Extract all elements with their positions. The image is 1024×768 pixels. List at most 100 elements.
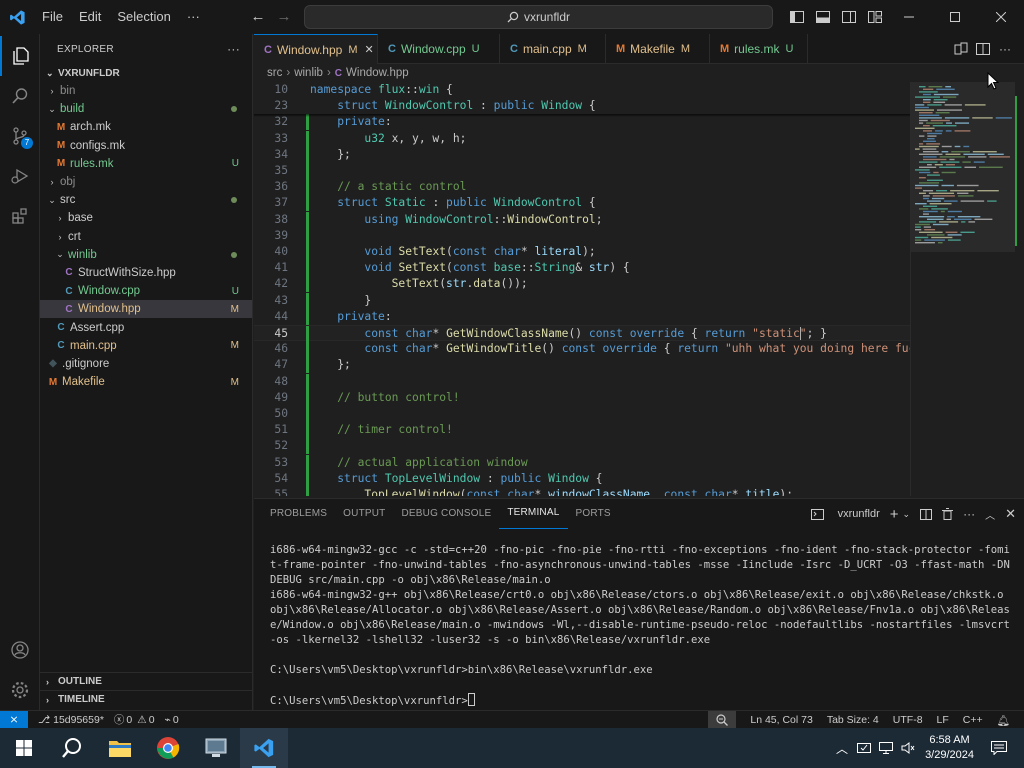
encoding[interactable]: UTF-8 — [893, 714, 923, 726]
code-line[interactable]: 50 — [254, 406, 910, 422]
toggle-primary-sidebar-icon[interactable] — [784, 11, 810, 23]
code-line[interactable]: 33 u32 x, y, w, h; — [254, 130, 910, 147]
code-line[interactable]: 44 private: — [254, 308, 910, 325]
file-item[interactable]: C Window.hpp M — [40, 300, 252, 319]
workspace-root[interactable]: ⌄ VXRUNFLDR — [40, 64, 252, 82]
code-line[interactable]: 55 TopLevelWindow(const char* windowClas… — [254, 487, 910, 496]
end-of-line[interactable]: LF — [937, 714, 949, 726]
file-item[interactable]: M Makefile M — [40, 373, 252, 391]
explorer-icon[interactable] — [0, 36, 40, 76]
code-line[interactable]: 36 // a static control — [254, 179, 910, 196]
breadcrumb-file[interactable]: Window.hpp — [346, 67, 409, 79]
new-terminal-icon[interactable]: + — [890, 506, 899, 523]
remote-indicator-icon[interactable]: ⨯ — [0, 710, 28, 729]
security-icon[interactable] — [853, 742, 875, 754]
chrome-icon[interactable] — [144, 728, 192, 768]
file-item[interactable]: C Assert.cpp — [40, 318, 252, 336]
panel-tab-output[interactable]: OUTPUT — [335, 499, 393, 529]
folder-item[interactable]: ⌄ build — [40, 100, 252, 118]
panel-tab-ports[interactable]: PORTS — [568, 499, 619, 529]
code-line[interactable]: 42 SetText(str.data()); — [254, 276, 910, 293]
code-line[interactable]: 53 // actual application window — [254, 454, 910, 471]
manage-gear-icon[interactable] — [0, 670, 40, 710]
maximize-panel-icon[interactable]: ︿ — [985, 507, 995, 522]
minimap-slider[interactable] — [911, 82, 1015, 252]
minimize-icon[interactable] — [886, 0, 932, 34]
tab-main-cpp[interactable]: Cmain.cpp M — [500, 34, 606, 64]
vscode-taskbar-icon[interactable] — [240, 728, 288, 768]
file-explorer-icon[interactable] — [96, 728, 144, 768]
menu-file[interactable]: File — [34, 0, 71, 34]
notification-center-icon[interactable] — [988, 741, 1010, 755]
folder-item[interactable]: › obj — [40, 173, 252, 191]
folder-item[interactable]: › bin — [40, 82, 252, 100]
cursor-position[interactable]: Ln 45, Col 73 — [750, 714, 812, 726]
code-line[interactable]: 54 struct TopLevelWindow : public Window… — [254, 470, 910, 487]
file-item[interactable]: March.mk — [40, 118, 252, 136]
minimap[interactable] — [910, 82, 1024, 496]
split-terminal-icon[interactable] — [920, 508, 933, 520]
timeline-section[interactable]: › TIMELINE — [40, 690, 253, 708]
code-line[interactable]: 10 namespace flux::win { — [254, 82, 910, 98]
file-item[interactable]: Mconfigs.mk — [40, 137, 252, 155]
customize-layout-icon[interactable] — [862, 11, 888, 23]
panel-tab-problems[interactable]: PROBLEMS — [262, 499, 335, 529]
toggle-secondary-sidebar-icon[interactable] — [836, 11, 862, 23]
volume-muted-icon[interactable] — [897, 742, 919, 754]
code-line[interactable]: 48 — [254, 373, 910, 390]
extensions-icon[interactable] — [0, 196, 40, 236]
menu-selection[interactable]: Selection — [109, 0, 178, 34]
chevron-up-icon[interactable]: ︿ — [831, 740, 853, 757]
notifications-bell-icon[interactable]: 🔔︎ — [997, 714, 1010, 727]
zoom-icon[interactable] — [708, 711, 737, 729]
compare-changes-icon[interactable] — [950, 42, 972, 56]
panel-tab-debug-console[interactable]: DEBUG CONSOLE — [393, 499, 499, 529]
folder-item[interactable]: ⌄ src — [40, 191, 252, 209]
forward-arrow-icon[interactable]: → — [270, 8, 298, 25]
network-icon[interactable] — [875, 742, 897, 754]
code-editor[interactable]: 10 namespace flux::win {23 struct WindowC… — [254, 82, 910, 496]
explorer-more-icon[interactable]: ··· — [227, 42, 240, 56]
tab-rules-mk[interactable]: Mrules.mk U — [710, 34, 808, 64]
close-tab-icon[interactable]: ✕ — [365, 43, 374, 56]
more-actions-icon[interactable]: ··· — [994, 42, 1016, 56]
close-window-icon[interactable] — [978, 0, 1024, 34]
problems-status[interactable]: ⓧ 0 ⚠ 0 — [114, 712, 155, 727]
outline-section[interactable]: › OUTLINE — [40, 672, 253, 690]
code-line[interactable]: 46 const char* GetWindowTitle() const ov… — [254, 341, 910, 358]
run-debug-icon[interactable] — [0, 156, 40, 196]
code-line[interactable]: 37 struct Static : public WindowControl … — [254, 195, 910, 212]
command-center-search[interactable]: vxrunfldr — [304, 5, 773, 29]
windows-start-icon[interactable] — [0, 728, 48, 768]
code-line[interactable]: 39 — [254, 227, 910, 244]
menu-more[interactable]: ··· — [179, 0, 208, 34]
system-clock[interactable]: 6:58 AM 3/29/2024 — [925, 733, 974, 763]
code-line[interactable]: 23 struct WindowControl : public Window … — [254, 98, 910, 115]
code-line[interactable]: 40 void SetText(const char* literal); — [254, 244, 910, 260]
accounts-icon[interactable] — [0, 630, 40, 670]
file-item[interactable]: Cmain.cpp M — [40, 337, 252, 355]
trash-icon[interactable] — [942, 508, 954, 520]
menu-edit[interactable]: Edit — [71, 0, 109, 34]
code-line[interactable]: 41 void SetText(const base::String& str)… — [254, 260, 910, 277]
tab-window-hpp[interactable]: C Window.hpp M ✕ — [254, 34, 378, 64]
code-line[interactable]: 43 } — [254, 292, 910, 309]
close-panel-icon[interactable]: ✕ — [1005, 506, 1016, 522]
back-arrow-icon[interactable]: ← — [244, 8, 272, 25]
more-actions-icon[interactable]: ··· — [963, 507, 975, 521]
virtual-machine-icon[interactable] — [192, 728, 240, 768]
toggle-panel-icon[interactable] — [810, 11, 836, 23]
tab-size[interactable]: Tab Size: 4 — [827, 714, 879, 726]
code-line[interactable]: 34 }; — [254, 146, 910, 163]
taskbar-search-icon[interactable] — [48, 728, 96, 768]
ports-status[interactable]: ⌁ 0 — [165, 714, 179, 726]
chevron-down-icon[interactable]: ⌄ — [903, 509, 911, 520]
source-control-icon[interactable]: 7 — [0, 116, 40, 156]
file-item[interactable]: C Window.cpp U — [40, 282, 252, 300]
file-item[interactable]: ◆ .gitignore — [40, 355, 252, 373]
code-line[interactable]: 47 }; — [254, 357, 910, 374]
terminal-output[interactable]: i686-w64-mingw32-gcc -c -std=c++20 -fno-… — [270, 543, 1010, 709]
code-line[interactable]: 52 — [254, 438, 910, 455]
split-editor-icon[interactable] — [972, 43, 994, 55]
code-line[interactable]: 45 const char* GetWindowClassName() cons… — [254, 325, 910, 342]
